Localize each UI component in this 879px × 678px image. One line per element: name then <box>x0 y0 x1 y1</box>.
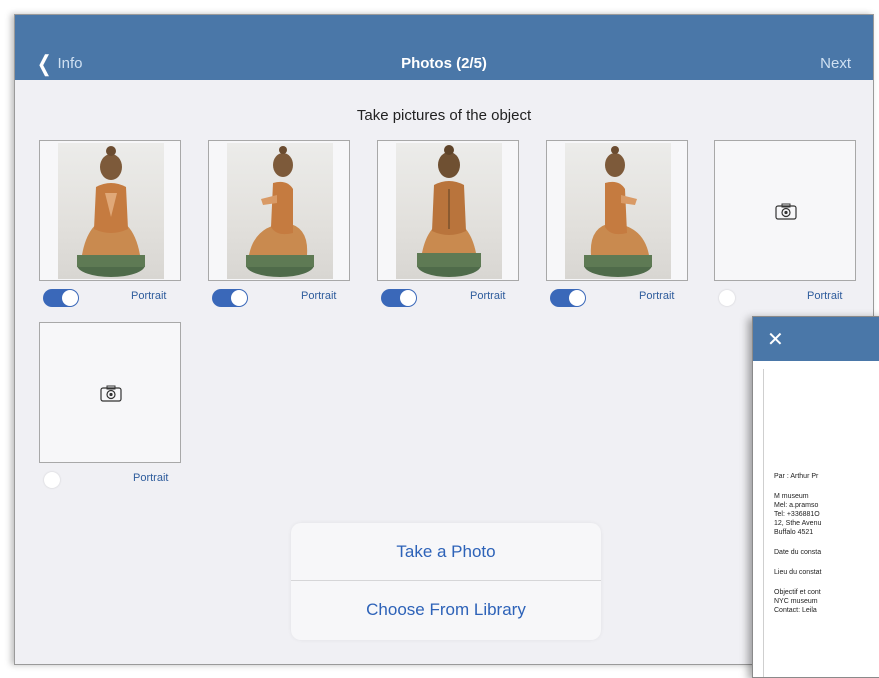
page-title: Photos (2/5) <box>401 55 487 72</box>
camera-icon <box>775 203 797 220</box>
portrait-toggle-3[interactable] <box>381 289 417 307</box>
portrait-label-6: Portrait <box>133 472 169 484</box>
toggle-knob <box>62 290 78 306</box>
doc-line: Lieu du constat <box>774 569 822 576</box>
camera-icon <box>100 385 122 402</box>
portrait-toggle-4[interactable] <box>550 289 586 307</box>
doc-line: Contact: Leila <box>774 607 817 614</box>
doc-line: Objectif et cont <box>774 589 821 596</box>
doc-line: Buffalo 4521 <box>774 529 814 536</box>
toggle-knob <box>44 472 60 488</box>
document-preview-header: ✕ <box>753 317 879 361</box>
doc-line: Date du consta <box>774 549 822 556</box>
doc-line: Tel: +336881O <box>774 511 820 518</box>
portrait-toggle-1[interactable] <box>43 289 79 307</box>
portrait-label-2: Portrait <box>301 290 337 302</box>
portrait-label-1: Portrait <box>131 290 167 302</box>
photos-content: Take pictures of the object Portrait Por… <box>15 80 873 664</box>
next-button[interactable]: Next <box>820 55 851 72</box>
document-preview-window: ✕ Par : Arthur Pr M museum Mel: a.pramso… <box>752 316 879 678</box>
doc-line: Par : Arthur Pr <box>774 473 819 480</box>
doc-line: Mel: a.pramso <box>774 502 819 509</box>
portrait-toggle-2[interactable] <box>212 289 248 307</box>
toggle-knob <box>719 290 735 306</box>
photo-tile-6-empty[interactable] <box>39 322 181 463</box>
doc-line: NYC museum <box>774 598 818 605</box>
close-icon[interactable]: ✕ <box>767 327 784 352</box>
photo-source-action-sheet: Take a Photo Choose From Library <box>291 523 601 640</box>
photo-tile-2[interactable] <box>208 140 350 281</box>
toggle-knob <box>231 290 247 306</box>
portrait-toggle-5[interactable] <box>718 289 754 307</box>
navigation-bar: ❮ Info Photos (2/5) Next <box>15 15 873 80</box>
ipad-screen: ❮ Info Photos (2/5) Next Take pictures o… <box>14 14 874 665</box>
instructions-text: Take pictures of the object <box>356 107 532 124</box>
portrait-label-3: Portrait <box>470 290 506 302</box>
portrait-toggle-6[interactable] <box>43 471 79 489</box>
statue-photo-back <box>396 143 502 279</box>
document-page: Par : Arthur Pr M museum Mel: a.pramso T… <box>763 369 879 677</box>
portrait-label-4: Portrait <box>639 290 675 302</box>
take-photo-button[interactable]: Take a Photo <box>291 523 601 581</box>
statue-photo-front <box>58 143 164 279</box>
photo-tile-1[interactable] <box>39 140 181 281</box>
statue-photo-side-right <box>565 143 671 279</box>
photo-tile-4[interactable] <box>546 140 688 281</box>
statue-photo-side-left <box>227 143 333 279</box>
choose-from-library-button[interactable]: Choose From Library <box>291 581 601 639</box>
photo-tile-3[interactable] <box>377 140 519 281</box>
doc-line: M museum <box>774 493 809 500</box>
portrait-label-5: Portrait <box>807 290 843 302</box>
toggle-knob <box>400 290 416 306</box>
doc-line: 12, Sthe Avenu <box>774 520 822 527</box>
toggle-knob <box>569 290 585 306</box>
photo-tile-5-empty[interactable] <box>714 140 856 281</box>
